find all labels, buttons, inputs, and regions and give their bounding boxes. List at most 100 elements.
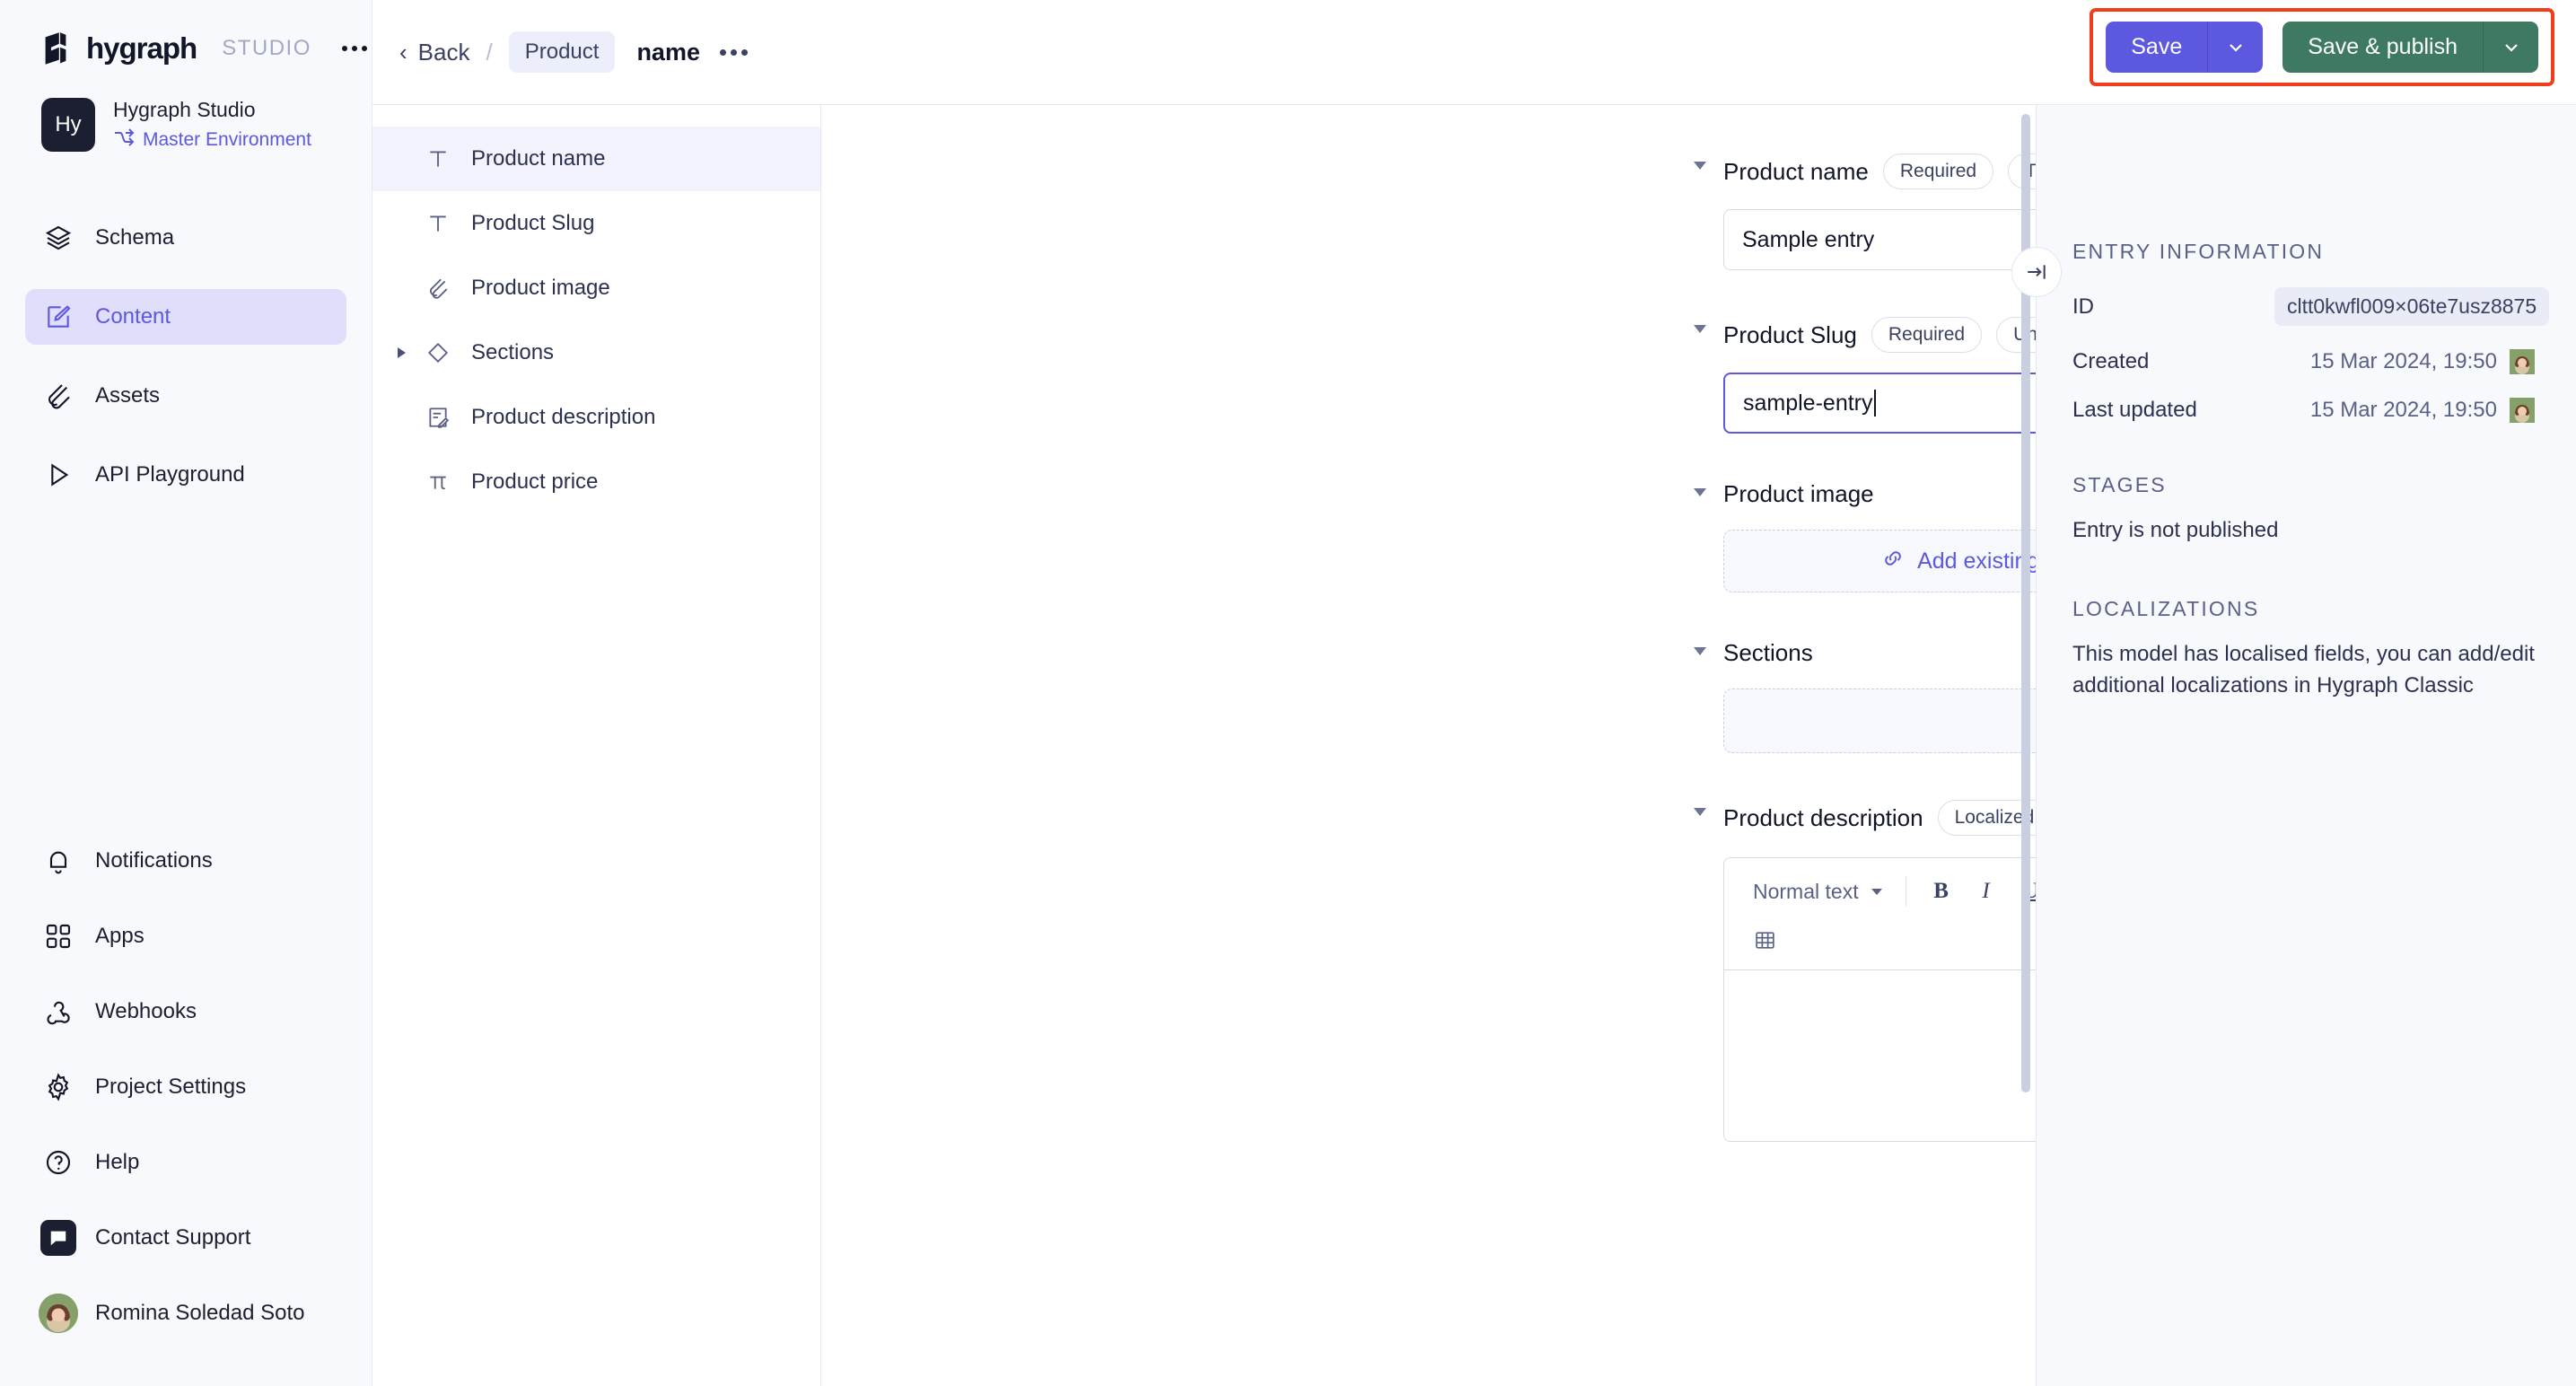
pi-number-icon [425, 469, 451, 496]
gear-icon [43, 1072, 74, 1102]
italic-button[interactable]: I [1964, 871, 2009, 912]
top-bar: ‹ Back / Product name Save Save & publis… [372, 0, 2576, 105]
block-style-select[interactable]: Normal text [1742, 873, 1893, 911]
field-label: Sections [1723, 639, 1813, 666]
sidebar-item-user-profile[interactable]: Romina Soledad Soto [25, 1285, 346, 1341]
publish-dropdown-chevron-down-icon[interactable] [2483, 22, 2538, 73]
field-product-name: Product name Required Title Unique Local… [1694, 154, 2036, 270]
brand-wordmark: hygraph [86, 31, 197, 65]
hygraph-logo-icon [41, 31, 70, 66]
collapse-triangle-icon[interactable] [1694, 162, 1706, 170]
rich-text-icon [425, 404, 451, 431]
field-list-item-label: Product price [471, 469, 599, 494]
product-slug-input[interactable]: sample-entry [1723, 373, 2036, 434]
sidebar-item-schema[interactable]: Schema [25, 210, 346, 266]
chevron-left-icon: ‹ [399, 39, 407, 66]
sidebar-item-label: Content [95, 303, 171, 329]
product-name-value: Sample entry [1742, 226, 1875, 252]
sidebar-item-assets[interactable]: Assets [25, 368, 346, 424]
sidebar-item-project-settings[interactable]: Project Settings [25, 1059, 346, 1115]
field-list-item-sections[interactable]: Sections [372, 320, 820, 385]
save-publish-split-button[interactable]: Save & publish [2282, 22, 2538, 73]
entry-info-key: ID [2072, 294, 2094, 319]
project-environment[interactable]: Master Environment [113, 127, 311, 153]
content-columns: Product name Product Slug Product image [372, 105, 2576, 1386]
entry-information-panel: ENTRY INFORMATION ID cltt0kwfl009×06te7u… [2011, 105, 2576, 1386]
entry-info-key: Last updated [2072, 398, 2197, 422]
page-title: name [636, 38, 700, 66]
entry-last-updated-value: 15 Mar 2024, 19:50 [2309, 398, 2497, 422]
primary-nav: Schema Content Assets API Playground [0, 210, 372, 526]
collapse-triangle-icon[interactable] [1694, 325, 1706, 333]
expand-chevron-right-icon[interactable] [398, 347, 406, 358]
entry-form-panel: Product name Required Title Unique Local… [821, 105, 2036, 1386]
sidebar-item-help[interactable]: Help [25, 1135, 346, 1190]
entry-info-row-created: Created 15 Mar 2024, 19:50 [2072, 349, 2535, 374]
diamond-icon [425, 339, 451, 366]
add-existing-asset-button[interactable]: Add existing Asset [1723, 530, 2036, 592]
field-list-item-product-name[interactable]: Product name [372, 127, 820, 191]
rich-text-editor: Normal text B I U [1723, 857, 2036, 1142]
field-list-item-label: Product name [471, 146, 606, 171]
stages-title: STAGES [2072, 473, 2167, 496]
save-button[interactable]: Save [2106, 22, 2207, 73]
collapse-right-icon[interactable] [2011, 247, 2062, 297]
brand-studio-label: STUDIO [222, 36, 311, 60]
text-field-icon [425, 145, 451, 172]
field-list-item-label: Product image [471, 276, 610, 300]
bold-button[interactable]: B [1919, 871, 1964, 912]
project-name: Hygraph Studio [113, 98, 256, 121]
field-list-item-product-description[interactable]: Product description [372, 385, 820, 450]
save-dropdown-chevron-down-icon[interactable] [2207, 22, 2263, 73]
save-publish-button[interactable]: Save & publish [2282, 22, 2483, 73]
entry-info-row-last-updated: Last updated 15 Mar 2024, 19:50 [2072, 398, 2535, 423]
sidebar-item-api-playground[interactable]: API Playground [25, 447, 346, 503]
branch-icon [113, 127, 135, 153]
sidebar-item-label: Project Settings [95, 1075, 247, 1099]
field-label: Product description [1723, 803, 1923, 831]
collapse-triangle-icon[interactable] [1694, 808, 1706, 816]
add-existing-asset-label: Add existing Asset [1917, 548, 2036, 574]
product-name-input[interactable]: Sample entry [1723, 209, 2036, 270]
field-product-description: Product description Localized i Normal t… [1694, 800, 2036, 1142]
secondary-nav: Notifications Apps Webhooks Project Sett… [0, 833, 372, 1386]
sidebar-item-contact-support[interactable]: Contact Support [25, 1210, 346, 1266]
app-root: hygraph STUDIO Hy Hygraph Studio Master … [0, 0, 2576, 1386]
sidebar-item-notifications[interactable]: Notifications [25, 833, 346, 889]
bell-icon [43, 846, 74, 876]
back-button[interactable]: ‹ Back [399, 39, 469, 66]
add-new-main-component-button[interactable]: Add new Main component [1723, 689, 2036, 753]
sidebar-item-webhooks[interactable]: Webhooks [25, 984, 346, 1040]
field-list-item-product-image[interactable]: Product image [372, 256, 820, 320]
chat-bubble-icon [40, 1220, 76, 1256]
entry-info-row-id: ID cltt0kwfl009×06te7usz8875 [2072, 287, 2550, 326]
field-list-item-product-price[interactable]: Product price [372, 450, 820, 514]
entry-created-value: 15 Mar 2024, 19:50 [2309, 349, 2497, 373]
field-list-item-product-slug[interactable]: Product Slug [372, 191, 820, 256]
sidebar-item-label: Apps [95, 924, 145, 948]
collapse-triangle-icon[interactable] [1694, 647, 1706, 655]
field-label: Product name [1723, 157, 1869, 185]
rich-text-content-area[interactable] [1724, 970, 2036, 1141]
project-switcher[interactable]: Hy Hygraph Studio Master Environment [0, 65, 372, 153]
project-environment-label: Master Environment [143, 128, 311, 150]
sidebar-item-apps[interactable]: Apps [25, 908, 346, 964]
avatar [2510, 398, 2535, 423]
table-grid-icon[interactable] [1742, 919, 1787, 961]
sidebar-item-label: Webhooks [95, 999, 197, 1023]
brand-row: hygraph STUDIO [0, 0, 372, 65]
sidebar-item-label: API Playground [95, 461, 245, 487]
entry-id-value[interactable]: cltt0kwfl009×06te7usz8875 [2274, 287, 2550, 326]
sidebar-item-label: Help [95, 1150, 140, 1174]
text-field-icon [425, 210, 451, 237]
entry-overflow-menu-icon[interactable] [719, 48, 748, 56]
breadcrumb-model-chip[interactable]: Product [508, 31, 616, 73]
ellipsis-icon[interactable] [341, 46, 367, 51]
sidebar-item-content[interactable]: Content [25, 288, 346, 345]
save-split-button[interactable]: Save [2106, 22, 2264, 73]
collapse-triangle-icon[interactable] [1694, 488, 1706, 496]
localizations-body: This model has localised fields, you can… [2072, 641, 2535, 697]
